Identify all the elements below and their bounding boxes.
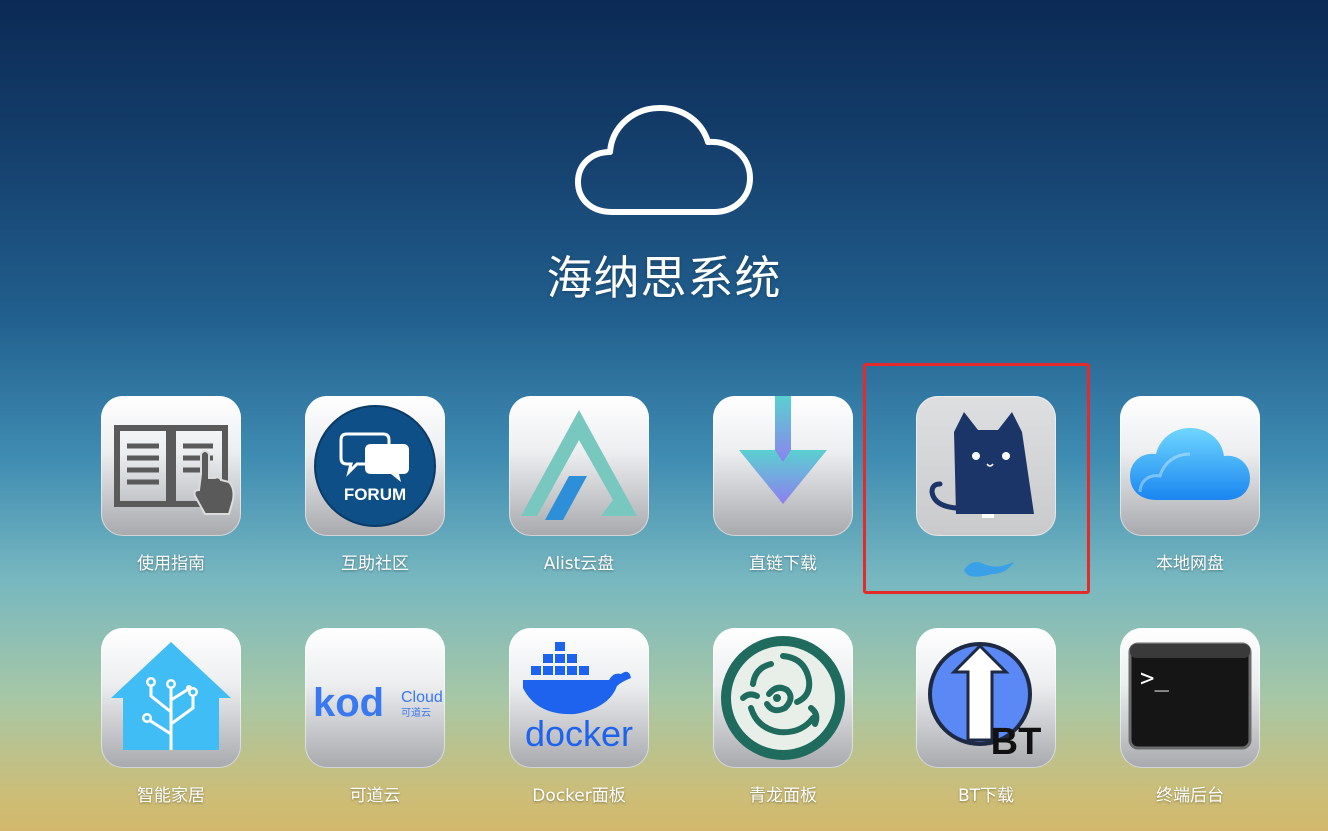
app-qinglong[interactable]: 青龙面板: [683, 628, 883, 828]
app-forum[interactable]: FORUM 互助社区: [275, 396, 475, 596]
app-tile[interactable]: [101, 396, 241, 536]
app-label: Alist云盘: [543, 554, 615, 574]
bt-download-icon: BT: [928, 642, 1042, 763]
app-tile[interactable]: BT: [916, 628, 1056, 768]
app-tile[interactable]: [101, 628, 241, 768]
app-tile[interactable]: FORUM: [305, 396, 445, 536]
cat-icon: [929, 412, 1034, 518]
app-direct-download[interactable]: 直链下载: [683, 396, 883, 596]
app-local-drive[interactable]: 本地网盘: [1090, 396, 1290, 596]
home-assistant-icon: [111, 642, 231, 750]
app-label: 直链下载: [749, 554, 817, 574]
app-bt-download[interactable]: BT BT下载: [886, 628, 1086, 828]
app-label: 互助社区: [341, 554, 409, 574]
qinglong-dragon-icon: [721, 636, 845, 760]
download-arrow-icon: [739, 396, 827, 504]
kod-cloud-text: Cloud: [401, 689, 443, 706]
terminal-icon: >_: [1128, 642, 1252, 750]
app-tile[interactable]: [713, 628, 853, 768]
kod-sub-text: 可道云: [401, 706, 431, 719]
bt-text: BT: [991, 721, 1042, 763]
app-label: 智能家居: [137, 786, 205, 806]
terminal-prompt-text: >_: [1140, 664, 1169, 692]
app-tile[interactable]: [1120, 396, 1260, 536]
app-kodcloud[interactable]: kod Cloud 可道云 可道云: [275, 628, 475, 828]
forum-icon-text: FORUM: [344, 485, 406, 504]
app-label: Docker面板: [532, 786, 626, 806]
app-tile[interactable]: [713, 396, 853, 536]
app-smart-home[interactable]: 智能家居: [71, 628, 271, 828]
app-tile[interactable]: kod Cloud 可道云: [305, 628, 445, 768]
hero-header: 海纳思系统: [0, 100, 1328, 308]
app-label: BT下载: [957, 786, 1015, 806]
app-tile[interactable]: [509, 396, 649, 536]
app-terminal[interactable]: >_ 终端后台: [1090, 628, 1290, 828]
app-guide[interactable]: 使用指南: [71, 396, 271, 596]
page-title: 海纳思系统: [546, 251, 782, 305]
app-alist[interactable]: Alist云盘: [479, 396, 679, 596]
cloud-outline-icon: [575, 105, 753, 215]
forum-icon: FORUM: [314, 405, 436, 527]
app-label: 终端后台: [1156, 786, 1224, 806]
app-docker[interactable]: docker Docker面板: [479, 628, 679, 828]
docker-text: docker: [525, 713, 633, 754]
app-tile[interactable]: >_: [1120, 628, 1260, 768]
docker-icon: docker: [523, 642, 633, 754]
redaction-mark: [964, 562, 1014, 577]
app-tile[interactable]: docker: [509, 628, 649, 768]
kod-text: kod: [313, 681, 384, 725]
kodcloud-icon: kod Cloud 可道云: [313, 681, 443, 725]
app-label: 可道云: [349, 786, 401, 806]
alist-icon: [521, 410, 637, 520]
app-label: 使用指南: [137, 554, 205, 574]
book-hand-icon: [114, 425, 235, 515]
app-label: 本地网盘: [1156, 554, 1224, 574]
app-label: 青龙面板: [749, 786, 817, 806]
app-tile[interactable]: [916, 396, 1056, 536]
icloud-icon: [1130, 428, 1250, 500]
